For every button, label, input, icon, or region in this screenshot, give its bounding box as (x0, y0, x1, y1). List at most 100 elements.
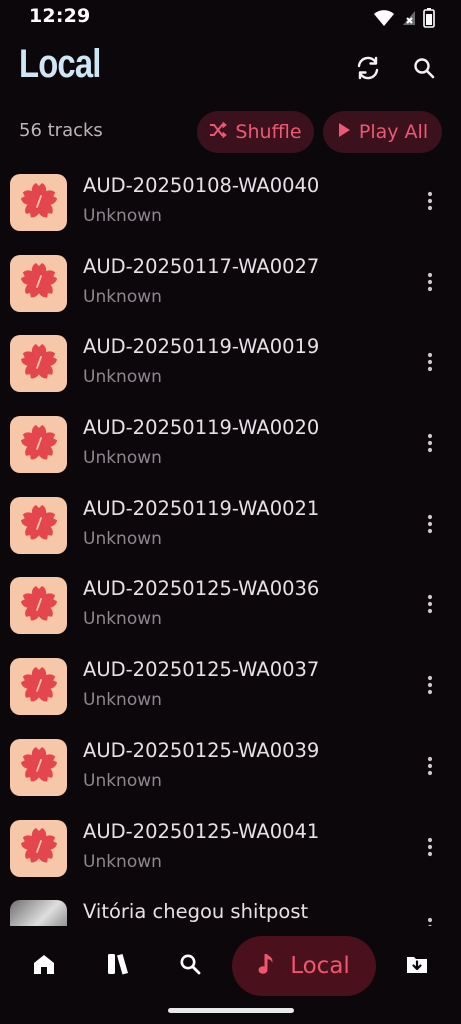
search-button[interactable] (404, 50, 444, 90)
search-icon (413, 57, 435, 83)
track-artist: Unknown (83, 609, 162, 630)
track-artist: Unknown (83, 851, 162, 872)
sakura-flower-icon (19, 745, 59, 789)
refresh-icon (355, 55, 381, 85)
track-artist: Unknown (83, 367, 162, 388)
track-count: 56 tracks (19, 120, 103, 141)
nav-local-label: Local (290, 953, 350, 979)
status-bar: 12:29 (0, 0, 461, 36)
status-icons (373, 8, 435, 28)
nav-library[interactable] (98, 936, 138, 996)
track-row[interactable]: AUD-20250117-WA0027 Unknown (0, 247, 461, 328)
track-title: AUD-20250119-WA0020 (83, 416, 320, 440)
album-art (10, 335, 67, 393)
track-row[interactable]: AUD-20250125-WA0039 Unknown (0, 731, 461, 812)
track-row[interactable]: Vitória chegou shitpost (0, 892, 461, 926)
track-title: AUD-20250125-WA0041 (83, 819, 320, 843)
more-options-button[interactable] (420, 272, 440, 296)
more-vert-icon (427, 352, 433, 376)
more-vert-icon (427, 837, 433, 861)
track-title: AUD-20250125-WA0037 (83, 658, 320, 682)
track-title: AUD-20250108-WA0040 (83, 174, 320, 197)
more-options-button[interactable] (420, 918, 440, 926)
more-options-button[interactable] (420, 837, 440, 861)
track-row[interactable]: AUD-20250108-WA0040 Unknown (0, 166, 461, 247)
more-vert-icon (427, 917, 433, 926)
album-art (10, 416, 67, 474)
sakura-flower-icon (19, 261, 59, 305)
nav-local[interactable]: Local (232, 936, 376, 996)
track-row[interactable]: AUD-20250119-WA0019 Unknown (0, 327, 461, 408)
track-title: AUD-20250119-WA0019 (83, 335, 320, 359)
photo-thumbnail (10, 900, 67, 926)
library-icon (106, 952, 130, 980)
play-icon (337, 121, 351, 143)
page-title: Local (19, 42, 101, 86)
sakura-flower-icon (19, 181, 59, 225)
more-vert-icon (427, 191, 433, 215)
album-art (10, 577, 67, 635)
nav-home[interactable] (24, 936, 64, 996)
sakura-flower-icon (19, 584, 59, 628)
track-title: AUD-20250125-WA0036 (83, 577, 320, 601)
track-artist: Unknown (83, 528, 162, 549)
more-vert-icon (427, 594, 433, 618)
track-artist: Unknown (83, 690, 162, 711)
track-row[interactable]: AUD-20250119-WA0020 Unknown (0, 408, 461, 489)
more-options-button[interactable] (420, 514, 440, 538)
more-options-button[interactable] (420, 756, 440, 780)
track-artist: Unknown (83, 770, 162, 791)
more-options-button[interactable] (420, 595, 440, 617)
refresh-button[interactable] (348, 50, 388, 90)
sakura-flower-icon (19, 503, 59, 547)
track-artist: Unknown (83, 206, 162, 226)
album-art (10, 174, 67, 231)
shuffle-button[interactable]: Shuffle (197, 111, 314, 153)
track-row[interactable]: AUD-20250119-WA0021 Unknown (0, 489, 461, 570)
more-vert-icon (427, 433, 433, 457)
track-artist: Unknown (83, 286, 162, 307)
track-title: AUD-20250125-WA0039 (83, 738, 320, 762)
album-art (10, 658, 67, 716)
bottom-nav: Local (0, 926, 461, 1024)
track-title: AUD-20250117-WA0027 (83, 254, 320, 278)
track-row[interactable]: AUD-20250125-WA0036 Unknown (0, 569, 461, 650)
sakura-flower-icon (19, 826, 59, 870)
play-all-button[interactable]: Play All (323, 111, 442, 153)
more-vert-icon (427, 272, 433, 296)
home-indicator[interactable] (168, 1008, 294, 1013)
sakura-flower-icon (19, 665, 59, 709)
track-row[interactable]: AUD-20250125-WA0037 Unknown (0, 650, 461, 731)
more-vert-icon (427, 514, 433, 538)
track-title: AUD-20250119-WA0021 (83, 496, 320, 520)
play-all-label: Play All (358, 121, 429, 143)
shuffle-icon (209, 121, 228, 143)
signal-icon (401, 9, 417, 27)
track-list: AUD-20250108-WA0040 Unknown AUD-20250117… (0, 166, 461, 926)
app-root: 12:29 Local 56 tracks Shuffle Play All A… (0, 0, 461, 1024)
shuffle-label: Shuffle (235, 121, 302, 143)
more-vert-icon (427, 675, 433, 699)
wifi-icon (373, 9, 395, 27)
battery-icon (423, 8, 435, 28)
album-art (10, 738, 67, 796)
status-time: 12:29 (29, 5, 91, 27)
sakura-flower-icon (19, 342, 59, 386)
track-title: Vitória chegou shitpost (83, 900, 309, 924)
sakura-flower-icon (19, 423, 59, 467)
more-options-button[interactable] (420, 433, 440, 457)
track-artist: Unknown (83, 448, 162, 469)
search-icon (179, 953, 201, 979)
album-art (10, 496, 67, 554)
more-vert-icon (427, 756, 433, 780)
more-options-button[interactable] (420, 191, 440, 215)
downloads-icon (405, 953, 429, 979)
more-options-button[interactable] (420, 676, 440, 698)
album-art (10, 254, 67, 312)
music-note-icon (258, 952, 276, 980)
nav-search[interactable] (170, 936, 210, 996)
more-options-button[interactable] (420, 353, 440, 375)
album-art (10, 819, 67, 877)
track-row[interactable]: AUD-20250125-WA0041 Unknown (0, 812, 461, 893)
nav-downloads[interactable] (397, 936, 437, 996)
